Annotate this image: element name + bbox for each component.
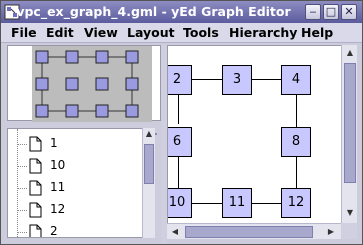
menu-hierarchy[interactable]: Hierarchy	[229, 25, 297, 40]
tree-branch-line	[17, 166, 27, 167]
menu-edit[interactable]: Edit	[46, 25, 74, 40]
tree-item[interactable]: 12	[8, 199, 154, 221]
graph-node[interactable]: 2	[168, 65, 192, 95]
tree-item[interactable]: 11	[8, 177, 154, 199]
menu-tools[interactable]: Tools	[183, 25, 219, 40]
window-title: vpc_ex_graph_4.gml - yEd Graph Editor	[16, 4, 291, 19]
menu-help[interactable]: Help	[301, 25, 333, 40]
scroll-up-arrow-icon[interactable]: ▲	[143, 128, 155, 140]
maximize-button[interactable]: □	[323, 4, 339, 20]
document-icon	[29, 136, 42, 152]
scrollbar-corner	[341, 223, 357, 239]
document-icon	[29, 224, 42, 237]
document-icon	[29, 180, 42, 196]
tree-branch-line	[17, 232, 27, 233]
graph-node[interactable]: 12	[281, 188, 311, 218]
tree-vertical-scrollbar[interactable]: ▲	[142, 128, 155, 238]
overview-graph-thumbnail	[35, 50, 139, 118]
tree-branch-line	[17, 210, 27, 211]
tree-scroll-thumb[interactable]	[144, 144, 154, 184]
scroll-down-arrow-icon[interactable]: ▼	[344, 207, 356, 219]
graph-node[interactable]: 10	[168, 188, 192, 218]
graph-node[interactable]: 8	[281, 127, 311, 157]
tree-item-label: 10	[50, 158, 66, 172]
scroll-right-arrow-icon[interactable]: ▶	[325, 226, 337, 238]
scroll-left-arrow-icon[interactable]: ◀	[169, 226, 181, 238]
tree-item-label: 12	[50, 202, 66, 216]
minimize-button[interactable]: ‒	[305, 4, 321, 20]
tree-item[interactable]: 10	[8, 155, 154, 177]
canvas-vertical-scrollbar[interactable]: ▲ ▼	[341, 45, 357, 223]
tree-item-label: 2	[50, 224, 58, 238]
tree-item-label: 11	[50, 180, 66, 194]
graph-node[interactable]: 4	[281, 65, 311, 95]
graph-node[interactable]: 6	[168, 127, 192, 157]
tree-item[interactable]: 1	[8, 133, 154, 155]
application-window: vpc_ex_graph_4.gml - yEd Graph Editor ‒ …	[0, 0, 363, 245]
tree-item-label: 1	[50, 136, 58, 150]
graph-overview-panel[interactable]	[7, 45, 161, 122]
tree-item[interactable]: 2	[8, 221, 154, 238]
graph-edge[interactable]	[178, 94, 179, 124]
menu-bar: File Edit View Layout Tools Hierarchy He…	[1, 23, 362, 43]
document-icon	[29, 158, 42, 174]
graph-node[interactable]: 3	[222, 65, 252, 95]
graph-node[interactable]: 11	[222, 188, 252, 218]
canvas-horizontal-scrollbar[interactable]: ◀ ▶	[167, 223, 341, 239]
menu-layout[interactable]: Layout	[127, 25, 175, 40]
title-bar[interactable]: vpc_ex_graph_4.gml - yEd Graph Editor ‒ …	[1, 1, 362, 23]
document-icon	[29, 202, 42, 218]
graph-canvas[interactable]: 2 3 4 6 8 10 11 12	[167, 45, 341, 223]
menu-view[interactable]: View	[84, 25, 118, 40]
canvas-vertical-scroll-thumb[interactable]	[344, 63, 356, 183]
menu-file[interactable]: File	[11, 25, 37, 40]
scroll-up-arrow-icon[interactable]: ▲	[344, 47, 356, 59]
close-button[interactable]: ✕	[341, 4, 357, 20]
tree-branch-line	[17, 188, 27, 189]
node-tree-panel[interactable]: 1 10 11 12 2	[7, 128, 155, 238]
tree-branch-line	[17, 144, 27, 145]
canvas-horizontal-scroll-thumb[interactable]	[185, 226, 313, 238]
